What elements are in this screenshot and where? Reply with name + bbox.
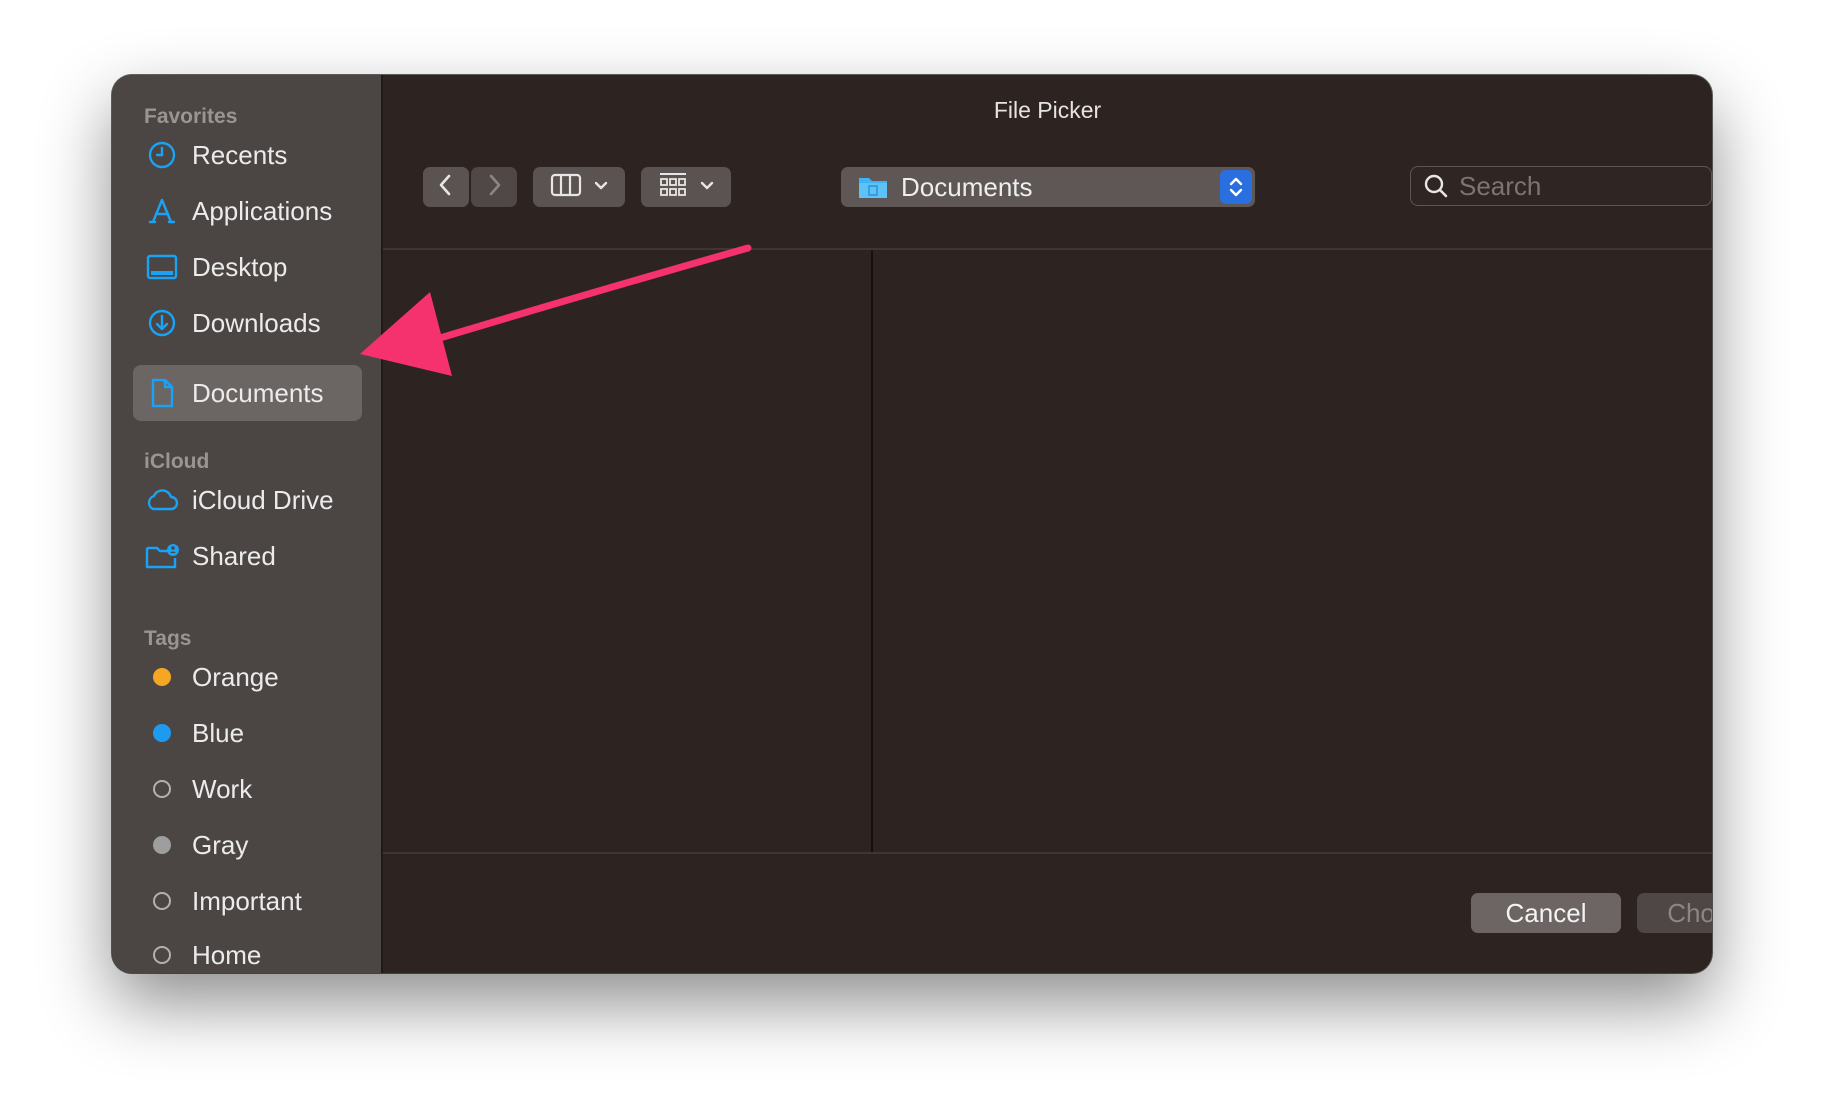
sidebar-tag-blue[interactable]: Blue [133,705,362,761]
location-label: Documents [901,171,1033,202]
sidebar-item-label: Gray [192,829,249,860]
choose-button[interactable]: Choose [1637,893,1712,933]
columns-view-icon [550,173,582,202]
search-field[interactable] [1410,166,1712,206]
column-divider[interactable] [871,250,873,852]
chevron-down-icon [700,178,714,196]
chevron-left-icon [437,173,455,202]
document-icon [145,376,179,410]
tag-dot-icon [145,772,179,806]
main-pane: File Picker Documents Search Cancel Cho [383,75,1712,973]
tag-dot-icon [145,716,179,750]
folder-icon [857,174,889,200]
sidebar-tag-orange[interactable]: Orange [133,649,362,705]
sidebar-item-label: Blue [192,717,245,748]
back-button[interactable] [423,167,469,207]
sidebar-item-desktop[interactable]: Desktop [133,239,362,295]
search-icon [1423,173,1449,199]
favorites-section-title: Favorites [144,105,238,128]
sidebar-item-label: Orange [192,661,279,692]
footer-divider [383,852,1712,854]
tag-dot-icon [145,828,179,862]
downloads-icon [145,306,179,340]
sidebar-item-icloud-drive[interactable]: iCloud Drive [133,472,362,528]
chevron-right-icon [485,173,503,202]
stepper-icon [1220,170,1252,204]
sidebar: Favorites Recents Applications Desktop D… [112,75,383,973]
search-input[interactable] [1457,169,1681,203]
sidebar-item-label: Recents [192,139,288,170]
file-picker-window: Favorites Recents Applications Desktop D… [112,75,1712,973]
chevron-down-icon [594,178,608,196]
sidebar-item-label: iCloud Drive [192,484,334,515]
sidebar-item-label: Applications [192,195,333,226]
sidebar-item-shared[interactable]: Shared [133,528,362,584]
shared-folder-icon [145,539,179,573]
clock-icon [145,138,179,172]
forward-button[interactable] [471,167,517,207]
sidebar-item-applications[interactable]: Applications [133,183,362,239]
grid-group-icon [658,172,688,203]
applications-icon [145,194,179,228]
window-title: File Picker [993,97,1102,123]
tag-dot-icon [145,884,179,918]
sidebar-item-label: Downloads [192,307,321,338]
sidebar-item-label: Shared [192,540,276,571]
tags-section-title: Tags [144,627,192,650]
toolbar-divider [383,248,1712,250]
sidebar-tag-work[interactable]: Work [133,761,362,817]
sidebar-tag-important[interactable]: Important [133,873,362,929]
cloud-icon [145,483,179,517]
sidebar-item-label: Important [192,885,302,916]
sidebar-item-documents[interactable]: Documents [133,365,362,421]
icloud-section-title: iCloud [144,450,210,473]
cancel-button[interactable]: Cancel [1471,893,1621,933]
sidebar-item-recents[interactable]: Recents [133,127,362,183]
group-button[interactable] [641,167,731,207]
view-mode-button[interactable] [533,167,625,207]
tag-dot-icon [145,938,179,972]
desktop-icon [145,250,179,284]
sidebar-tag-gray[interactable]: Gray [133,817,362,873]
sidebar-item-label: Desktop [192,251,288,282]
location-popup[interactable]: Documents [841,167,1255,207]
sidebar-item-downloads[interactable]: Downloads [133,295,362,351]
tag-dot-icon [145,660,179,694]
sidebar-item-label: Work [192,773,253,804]
sidebar-item-label: Home [192,939,262,970]
sidebar-tag-home[interactable]: Home [133,927,362,973]
sidebar-item-label: Documents [192,377,324,408]
